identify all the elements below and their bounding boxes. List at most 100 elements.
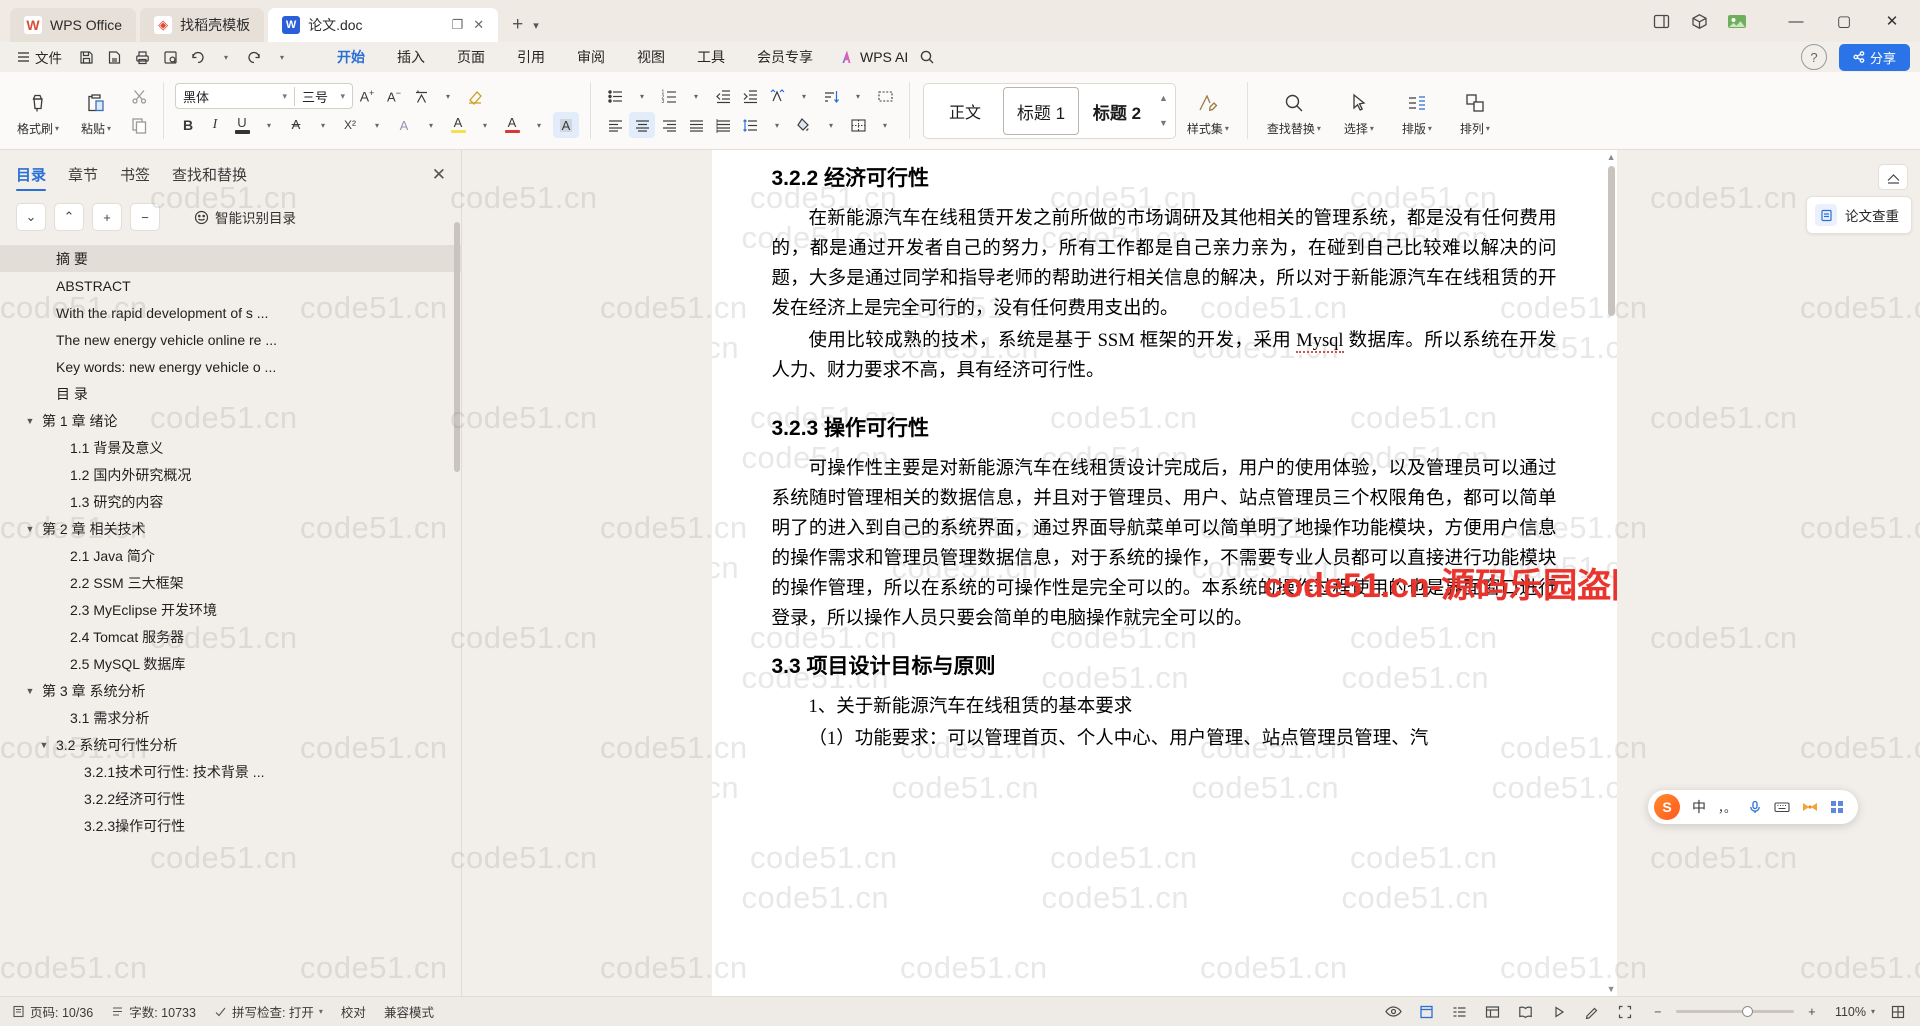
demote-level-icon[interactable]: − bbox=[130, 203, 160, 231]
tab-page[interactable]: 页面 bbox=[441, 43, 501, 71]
highlight-dropdown-icon[interactable]: ▾ bbox=[472, 112, 498, 138]
style-normal[interactable]: 正文 bbox=[927, 87, 1003, 135]
toc-item[interactable]: 1.3 研究的内容 bbox=[0, 488, 462, 515]
paper-check-chip[interactable]: 论文查重 bbox=[1806, 196, 1912, 234]
borders-icon[interactable] bbox=[845, 112, 871, 138]
typeset-button[interactable]: 排版 ▾ bbox=[1389, 75, 1445, 146]
close-sidebar-icon[interactable]: ✕ bbox=[432, 165, 446, 191]
format-painter-button[interactable]: 格式刷 ▾ bbox=[10, 75, 66, 146]
toc-item[interactable]: With the rapid development of s ... bbox=[0, 299, 462, 326]
toc-item[interactable]: Key words: new energy vehicle o ... bbox=[0, 353, 462, 380]
twisty-expanded-icon[interactable]: ▼ bbox=[36, 740, 52, 750]
read-view-icon[interactable] bbox=[1516, 1002, 1536, 1022]
toc-item[interactable]: 目 录 bbox=[0, 380, 462, 407]
bullet-dropdown-icon[interactable]: ▾ bbox=[629, 83, 655, 109]
minimize-button[interactable]: — bbox=[1774, 4, 1818, 38]
fullscreen-icon[interactable] bbox=[1888, 1002, 1908, 1022]
sort-icon[interactable] bbox=[818, 83, 844, 109]
sidebar-tab-chapters[interactable]: 章节 bbox=[68, 164, 98, 191]
zoom-in-button[interactable]: + bbox=[1802, 1002, 1822, 1022]
strikethrough-button[interactable]: A bbox=[283, 112, 309, 138]
save-as-icon[interactable] bbox=[101, 45, 127, 69]
toc-item[interactable]: 摘 要 bbox=[0, 245, 462, 272]
toc-item[interactable]: ▼ 第 2 章 相关技术 bbox=[0, 515, 462, 542]
share-button[interactable]: 分享 bbox=[1838, 43, 1910, 71]
style-heading-1[interactable]: 标题 1 bbox=[1003, 87, 1079, 135]
toc-item[interactable]: 2.5 MySQL 数据库 bbox=[0, 650, 462, 677]
borders-dropdown-icon[interactable]: ▾ bbox=[872, 112, 898, 138]
undo-dropdown-icon[interactable]: ▾ bbox=[213, 45, 239, 69]
toc-item[interactable]: ▼ 第 1 章 绪论 bbox=[0, 407, 462, 434]
print-icon[interactable] bbox=[129, 45, 155, 69]
highlight-button[interactable]: A bbox=[445, 112, 471, 138]
microphone-icon[interactable] bbox=[1748, 800, 1762, 814]
collapse-ribbon-icon[interactable] bbox=[1878, 164, 1908, 190]
sidebar-toggle-icon[interactable] bbox=[1648, 8, 1674, 34]
text-direction-dropdown-icon[interactable]: ▾ bbox=[791, 83, 817, 109]
fit-page-icon[interactable] bbox=[1615, 1002, 1635, 1022]
superscript-button[interactable]: X² bbox=[337, 112, 363, 138]
pen-icon[interactable] bbox=[1582, 1002, 1602, 1022]
tab-docer-template[interactable]: ◈ 找稻壳模板 bbox=[140, 8, 265, 42]
line-spacing-dropdown-icon[interactable]: ▾ bbox=[764, 112, 790, 138]
text-effects-dropdown-icon[interactable]: ▾ bbox=[418, 112, 444, 138]
superscript-dropdown-icon[interactable]: ▾ bbox=[364, 112, 390, 138]
bowtie-icon[interactable] bbox=[1802, 801, 1818, 813]
user-avatar[interactable] bbox=[1724, 8, 1750, 34]
numbering-dropdown-icon[interactable]: ▾ bbox=[683, 83, 709, 109]
chevron-down-icon[interactable]: ▾ bbox=[319, 1007, 323, 1016]
toc-item[interactable]: 3.2.2经济可行性 bbox=[0, 785, 462, 812]
align-center-icon[interactable] bbox=[629, 112, 655, 138]
italic-button[interactable]: I bbox=[202, 112, 228, 138]
web-view-icon[interactable] bbox=[1483, 1002, 1503, 1022]
text-effects-button[interactable]: A bbox=[391, 112, 417, 138]
sidebar-tab-find-replace[interactable]: 查找和替换 bbox=[172, 164, 247, 191]
zoom-level[interactable]: 110% ▾ bbox=[1835, 1005, 1875, 1019]
tab-start[interactable]: 开始 bbox=[321, 43, 381, 71]
spellcheck-status[interactable]: 拼写检查: 打开 ▾ bbox=[214, 1002, 323, 1021]
redo-dropdown-icon[interactable]: ▾ bbox=[269, 45, 295, 69]
zoom-track[interactable] bbox=[1675, 1006, 1794, 1017]
copy-icon[interactable] bbox=[126, 112, 152, 138]
restore-window-icon[interactable]: ❐ bbox=[452, 17, 464, 33]
sogou-ime-logo-icon[interactable]: S bbox=[1653, 794, 1680, 820]
play-icon[interactable] bbox=[1549, 1002, 1569, 1022]
decrease-indent-icon[interactable] bbox=[710, 83, 736, 109]
shading-icon[interactable] bbox=[791, 112, 817, 138]
character-shading-button[interactable]: A bbox=[553, 112, 579, 138]
toc-item[interactable]: 2.2 SSM 三大框架 bbox=[0, 569, 462, 596]
align-right-icon[interactable] bbox=[656, 112, 682, 138]
grid-icon[interactable] bbox=[1830, 800, 1844, 814]
pinyin-guide-button[interactable] bbox=[408, 83, 434, 109]
shrink-font-button[interactable]: A− bbox=[381, 83, 407, 109]
search-icon[interactable] bbox=[914, 45, 940, 69]
underline-button[interactable]: U bbox=[229, 112, 255, 138]
tab-wps-office[interactable]: W WPS Office bbox=[10, 8, 137, 42]
ime-mode-toggle[interactable]: 中 bbox=[1692, 797, 1706, 817]
page-indicator[interactable]: 页码: 10/36 bbox=[12, 1002, 93, 1021]
toc-item[interactable]: ▼ 3.2 系统可行性分析 bbox=[0, 731, 462, 758]
scroll-down-arrow-icon[interactable]: ▼ bbox=[1607, 984, 1616, 994]
toc-item[interactable]: 1.2 国内外研究概况 bbox=[0, 461, 462, 488]
align-left-icon[interactable] bbox=[602, 112, 628, 138]
zoom-slider[interactable]: − + bbox=[1648, 1002, 1822, 1022]
redo-icon[interactable] bbox=[241, 45, 267, 69]
ime-punctuation-toggle[interactable]: ，。 bbox=[1718, 799, 1736, 816]
undo-icon[interactable] bbox=[185, 45, 211, 69]
outline-view-icon[interactable] bbox=[1450, 1002, 1470, 1022]
find-replace-button[interactable]: 查找替换 ▾ bbox=[1259, 75, 1329, 146]
scroll-up-arrow-icon[interactable]: ▲ bbox=[1607, 152, 1616, 162]
sidebar-scrollbar[interactable] bbox=[454, 222, 460, 472]
tab-reference[interactable]: 引用 bbox=[501, 43, 561, 71]
tab-view[interactable]: 视图 bbox=[621, 43, 681, 71]
collapse-all-icon[interactable]: ⌃ bbox=[54, 203, 84, 231]
align-justify-icon[interactable] bbox=[683, 112, 709, 138]
scissors-icon[interactable] bbox=[126, 83, 152, 109]
print-preview-icon[interactable] bbox=[157, 45, 183, 69]
toc-item[interactable]: 3.2.1技术可行性: 技术背景 ... bbox=[0, 758, 462, 785]
scroll-down-icon[interactable]: ▼ bbox=[1159, 119, 1168, 128]
underline-dropdown-icon[interactable]: ▾ bbox=[256, 112, 282, 138]
toc-item[interactable]: 3.2.3操作可行性 bbox=[0, 812, 462, 839]
paste-button[interactable]: 粘贴 ▾ bbox=[68, 75, 124, 146]
new-tab-button[interactable]: + bbox=[508, 14, 527, 36]
